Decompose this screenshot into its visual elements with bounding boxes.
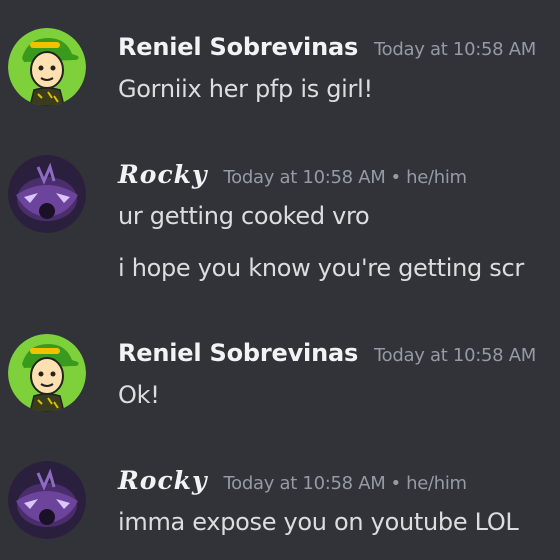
timestamp[interactable]: Today at 10:58 AM <box>374 345 536 366</box>
avatar-reniel-icon[interactable] <box>8 334 86 412</box>
timestamp[interactable]: Today at 10:58 AM <box>224 473 386 494</box>
avatar-rocky-icon[interactable] <box>8 155 86 233</box>
message-text: imma expose you on youtube LOL <box>118 508 519 536</box>
avatar-reniel-icon[interactable] <box>8 28 86 106</box>
username[interactable]: Reniel Sobrevinas <box>118 33 358 61</box>
pronouns: he/him <box>406 473 467 494</box>
separator-dot: • <box>390 167 402 188</box>
pronouns: he/him <box>406 167 467 188</box>
avatar-rocky-icon[interactable] <box>8 461 86 539</box>
dark-creature-avatar <box>8 155 86 233</box>
cartoon-boy-avatar <box>8 28 86 106</box>
username[interactable]: Rocky <box>118 466 208 495</box>
message-text: i hope you know you're getting scr <box>118 254 524 282</box>
message-text: Ok! <box>118 381 160 409</box>
username[interactable]: Reniel Sobrevinas <box>118 339 358 367</box>
timestamp[interactable]: Today at 10:58 AM <box>374 39 536 60</box>
dark-creature-avatar <box>8 461 86 539</box>
username[interactable]: Rocky <box>118 160 208 189</box>
cartoon-boy-avatar <box>8 334 86 412</box>
message-text: Gorniix her pfp is girl! <box>118 75 373 103</box>
chat-messages: Reniel Sobrevinas Today at 10:58 AM Gorn… <box>0 0 560 560</box>
separator-dot: • <box>390 473 402 494</box>
timestamp[interactable]: Today at 10:58 AM <box>224 167 386 188</box>
message-text: ur getting cooked vro <box>118 202 370 230</box>
